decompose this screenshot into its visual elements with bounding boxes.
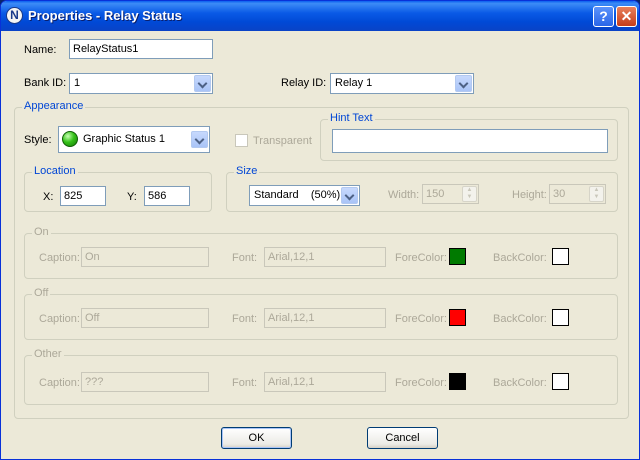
width-label: Width: — [388, 189, 420, 201]
transparent-label: Transparent — [253, 135, 312, 147]
state-off-caption-label: Caption: — [39, 313, 80, 325]
close-button[interactable]: ✕ — [616, 6, 637, 27]
state-on-backcolor-label: BackColor: — [493, 252, 547, 264]
transparent-checkbox[interactable] — [235, 134, 248, 147]
chevron-down-icon[interactable] — [455, 75, 472, 92]
chevron-down-icon[interactable] — [341, 187, 358, 204]
chevron-down-icon[interactable]: ▼ — [463, 194, 476, 201]
state-off-forecolor-label: ForeColor: — [395, 313, 447, 325]
chevron-up-icon[interactable]: ▲ — [463, 187, 476, 194]
state-on-font-field[interactable]: Arial,12,1 — [264, 247, 386, 267]
app-logo-icon: N — [6, 7, 23, 24]
state-other-font-label: Font: — [232, 377, 258, 389]
help-button[interactable]: ? — [593, 6, 614, 27]
state-other-backcolor-label: BackColor: — [493, 377, 547, 389]
state-off-backcolor-swatch[interactable] — [552, 309, 569, 326]
chevron-down-icon[interactable] — [194, 75, 211, 92]
height-spinner[interactable]: 30 ▲ ▼ — [549, 184, 606, 204]
cancel-button[interactable]: Cancel — [367, 427, 438, 449]
location-y-label: Y: — [127, 191, 137, 203]
style-value: Graphic Status 1 — [83, 133, 165, 145]
height-value: 30 — [553, 188, 566, 200]
title-bar[interactable]: N Properties - Relay Status ? ✕ — [1, 1, 639, 31]
state-on-caption-label: Caption: — [39, 252, 80, 264]
state-on-font-label: Font: — [232, 252, 258, 264]
width-value: 150 — [426, 188, 445, 200]
relay-id-label: Relay ID: — [281, 77, 327, 89]
location-title: Location — [32, 165, 78, 177]
height-label: Height: — [512, 189, 547, 201]
state-off-backcolor-label: BackColor: — [493, 313, 547, 325]
appearance-group-title: Appearance — [22, 100, 86, 112]
size-preset-value: Standard (50%) — [254, 189, 341, 201]
bank-id-label: Bank ID: — [24, 77, 67, 89]
state-on-title: On — [32, 226, 51, 238]
spinner-buttons[interactable]: ▲ ▼ — [589, 186, 604, 202]
relay-id-select[interactable]: Relay 1 — [330, 73, 474, 94]
state-off-forecolor-swatch[interactable] — [449, 309, 466, 326]
state-off-title: Off — [32, 287, 51, 299]
chevron-up-icon[interactable]: ▲ — [590, 187, 603, 194]
hint-text-field[interactable] — [332, 129, 608, 153]
chevron-down-icon[interactable] — [191, 131, 208, 148]
hint-text-title: Hint Text — [328, 112, 375, 124]
state-off-caption-field[interactable]: Off — [81, 308, 209, 328]
width-spinner[interactable]: 150 ▲ ▼ — [422, 184, 479, 204]
ok-button[interactable]: OK — [221, 427, 292, 449]
state-other-forecolor-swatch[interactable] — [449, 373, 466, 390]
state-on-forecolor-swatch[interactable] — [449, 248, 466, 265]
bank-id-value: 1 — [74, 77, 81, 89]
style-select[interactable]: Graphic Status 1 — [58, 126, 210, 153]
location-y-field[interactable]: 586 — [144, 186, 190, 206]
state-on-backcolor-swatch[interactable] — [552, 248, 569, 265]
state-other-backcolor-swatch[interactable] — [552, 373, 569, 390]
name-label: Name: — [24, 44, 57, 56]
green-status-icon — [62, 131, 78, 147]
chevron-down-icon[interactable]: ▼ — [590, 194, 603, 201]
size-preset-select[interactable]: Standard (50%) — [249, 185, 360, 206]
size-title: Size — [234, 165, 260, 177]
relay-id-value: Relay 1 — [335, 77, 373, 89]
state-other-forecolor-label: ForeColor: — [395, 377, 447, 389]
state-on-caption-field[interactable]: On — [81, 247, 209, 267]
location-x-field[interactable]: 825 — [60, 186, 106, 206]
spinner-buttons[interactable]: ▲ ▼ — [462, 186, 477, 202]
state-off-font-label: Font: — [232, 313, 258, 325]
state-other-title: Other — [32, 348, 64, 360]
state-other-caption-label: Caption: — [39, 377, 80, 389]
name-field[interactable]: RelayStatus1 — [69, 39, 213, 59]
style-label: Style: — [24, 134, 52, 146]
state-other-font-field[interactable]: Arial,12,1 — [264, 372, 386, 392]
window-title: Properties - Relay Status — [28, 8, 182, 23]
location-x-label: X: — [43, 191, 54, 203]
state-on-forecolor-label: ForeColor: — [395, 252, 447, 264]
bank-id-select[interactable]: 1 — [69, 73, 213, 94]
state-other-caption-field[interactable]: ??? — [81, 372, 209, 392]
properties-dialog: N Properties - Relay Status ? ✕ Name: Re… — [0, 0, 640, 460]
state-off-font-field[interactable]: Arial,12,1 — [264, 308, 386, 328]
